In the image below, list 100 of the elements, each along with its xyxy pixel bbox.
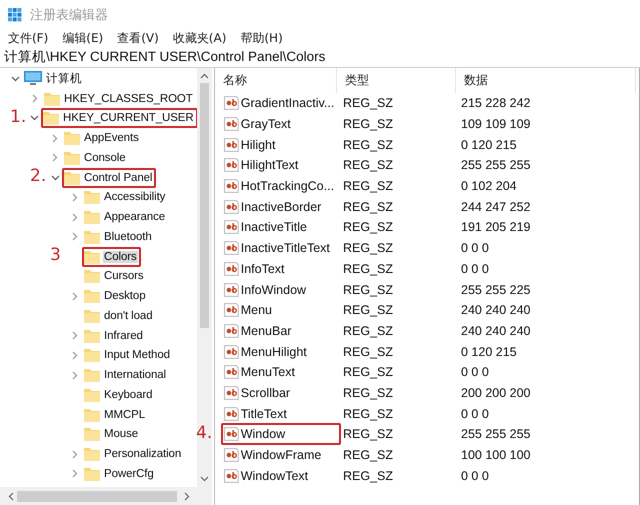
tree-item[interactable]: Console bbox=[83, 152, 126, 164]
string-value-icon bbox=[224, 200, 239, 214]
value-name[interactable]: InfoWindow bbox=[240, 282, 339, 298]
string-value-icon bbox=[224, 406, 239, 421]
column-header[interactable]: 类型 bbox=[337, 68, 456, 93]
value-name[interactable]: HilightText bbox=[240, 157, 339, 174]
chevron-right-icon[interactable] bbox=[72, 370, 78, 380]
callout-number: 4. bbox=[196, 423, 212, 444]
value-name[interactable]: InactiveTitleText bbox=[240, 240, 339, 256]
value-name[interactable]: TitleText bbox=[240, 406, 339, 422]
tree-item[interactable]: Infrared bbox=[103, 330, 144, 342]
string-value-icon bbox=[224, 448, 239, 462]
folder-icon bbox=[84, 230, 100, 244]
string-value-icon bbox=[224, 179, 239, 194]
tree-item[interactable]: Personalization bbox=[103, 448, 182, 460]
chevron-down-icon[interactable] bbox=[10, 76, 20, 82]
string-value-icon bbox=[224, 262, 239, 276]
horizontal-scrollbar[interactable] bbox=[0, 487, 212, 505]
chevron-right-icon[interactable] bbox=[72, 469, 78, 478]
chevron-right-icon[interactable] bbox=[72, 331, 78, 340]
tree-item[interactable]: Mouse bbox=[103, 428, 140, 440]
tree-item[interactable]: 计算机 bbox=[45, 71, 83, 86]
folder-icon bbox=[84, 388, 100, 402]
string-value-icon bbox=[224, 303, 239, 318]
value-data: 0 0 0 bbox=[461, 406, 490, 422]
folder-icon bbox=[84, 190, 100, 204]
string-value-icon bbox=[224, 241, 239, 256]
chevron-right-icon[interactable] bbox=[72, 192, 78, 202]
value-name[interactable]: InfoText bbox=[240, 260, 339, 277]
value-name[interactable]: WindowFrame bbox=[240, 447, 339, 464]
tree-item[interactable]: MMCPL bbox=[103, 408, 146, 421]
chevron-right-icon[interactable] bbox=[52, 134, 58, 143]
folder-icon bbox=[43, 111, 59, 126]
value-data: 100 100 100 bbox=[461, 447, 532, 464]
value-name[interactable]: MenuText bbox=[240, 364, 339, 380]
scroll-up-icon[interactable] bbox=[200, 73, 209, 79]
value-name[interactable]: HotTrackingCo... bbox=[240, 178, 339, 194]
tree-item[interactable]: Control Panel bbox=[83, 172, 154, 184]
value-name[interactable]: Hilight bbox=[240, 136, 339, 153]
value-name[interactable]: GrayText bbox=[240, 116, 339, 132]
value-name[interactable]: MenuHilight bbox=[240, 344, 339, 360]
chevron-right-icon[interactable] bbox=[72, 450, 78, 459]
column-header[interactable]: 名称 bbox=[215, 68, 337, 93]
value-name[interactable]: GradientInactiv... bbox=[240, 95, 339, 112]
callout-number: 2. bbox=[30, 166, 46, 186]
chevron-right-icon[interactable] bbox=[72, 292, 78, 301]
chevron-down-icon[interactable] bbox=[30, 115, 39, 122]
vertical-scrollbar[interactable] bbox=[197, 68, 212, 487]
scroll-right-icon[interactable] bbox=[184, 492, 190, 500]
chevron-right-icon[interactable] bbox=[72, 212, 78, 222]
folder-icon bbox=[44, 92, 60, 106]
folder-icon bbox=[84, 328, 100, 343]
address-bar[interactable]: 计算机\HKEY CURRENT USER\Control Panel\Colors bbox=[0, 47, 640, 68]
folder-icon bbox=[64, 131, 80, 146]
tree-item[interactable]: Colors bbox=[103, 250, 138, 263]
top-command[interactable]: 查看(V) bbox=[117, 30, 159, 46]
tree-item[interactable]: Keyboard bbox=[103, 388, 154, 401]
value-name[interactable]: MenuBar bbox=[240, 322, 339, 339]
value-name[interactable]: InactiveBorder bbox=[240, 198, 339, 215]
tree-item[interactable]: HKEY_CLASSES_ROOT bbox=[63, 92, 194, 105]
top-command[interactable]: 帮助(H) bbox=[240, 30, 283, 46]
tree-item[interactable]: HKEY_CURRENT_USER bbox=[62, 112, 195, 124]
chevron-down-icon[interactable] bbox=[50, 174, 60, 181]
value-type: REG_SZ bbox=[343, 116, 394, 132]
value-name[interactable]: WindowText bbox=[240, 468, 339, 484]
top-command[interactable]: 文件(F) bbox=[8, 30, 48, 46]
scroll-down-icon[interactable] bbox=[200, 476, 209, 482]
value-data: 0 0 0 bbox=[461, 260, 490, 277]
chevron-right-icon[interactable] bbox=[72, 232, 78, 242]
chevron-right-icon[interactable] bbox=[72, 350, 78, 360]
folder-icon bbox=[84, 210, 100, 224]
folder-icon bbox=[84, 289, 100, 304]
value-name[interactable]: Scrollbar bbox=[240, 384, 339, 401]
string-value-icon bbox=[224, 427, 239, 442]
value-name[interactable]: InactiveTitle bbox=[240, 219, 339, 236]
value-name[interactable]: Menu bbox=[240, 302, 339, 318]
tree-item[interactable]: Appearance bbox=[103, 211, 166, 224]
chevron-right-icon[interactable] bbox=[32, 94, 38, 104]
tree-item[interactable]: PowerCfg bbox=[103, 468, 155, 480]
tree-item[interactable]: Input Method bbox=[103, 349, 171, 362]
string-value-icon bbox=[224, 138, 239, 152]
tree-item[interactable]: Cursors bbox=[103, 270, 145, 282]
value-name[interactable]: Window bbox=[240, 426, 339, 442]
app-icon bbox=[8, 8, 22, 22]
tree-item[interactable]: International bbox=[103, 369, 167, 382]
value-type: REG_SZ bbox=[343, 198, 394, 215]
tree-item[interactable]: Bluetooth bbox=[103, 230, 153, 243]
tree-item[interactable]: don't load bbox=[103, 310, 154, 322]
top-command[interactable]: 收藏夹(A) bbox=[172, 30, 226, 46]
folder-icon bbox=[84, 427, 100, 442]
scroll-left-icon[interactable] bbox=[8, 492, 14, 500]
chevron-right-icon[interactable] bbox=[52, 153, 58, 162]
value-data: 0 102 204 bbox=[461, 178, 518, 194]
tree-item[interactable]: Accessibility bbox=[103, 191, 166, 204]
value-data: 240 240 240 bbox=[461, 322, 532, 339]
column-header[interactable]: 数据 bbox=[456, 68, 636, 93]
value-data: 0 120 215 bbox=[461, 344, 518, 360]
tree-item[interactable]: Desktop bbox=[103, 290, 146, 302]
top-command[interactable]: 编辑(E) bbox=[62, 30, 104, 46]
tree-item[interactable]: AppEvents bbox=[83, 132, 140, 144]
